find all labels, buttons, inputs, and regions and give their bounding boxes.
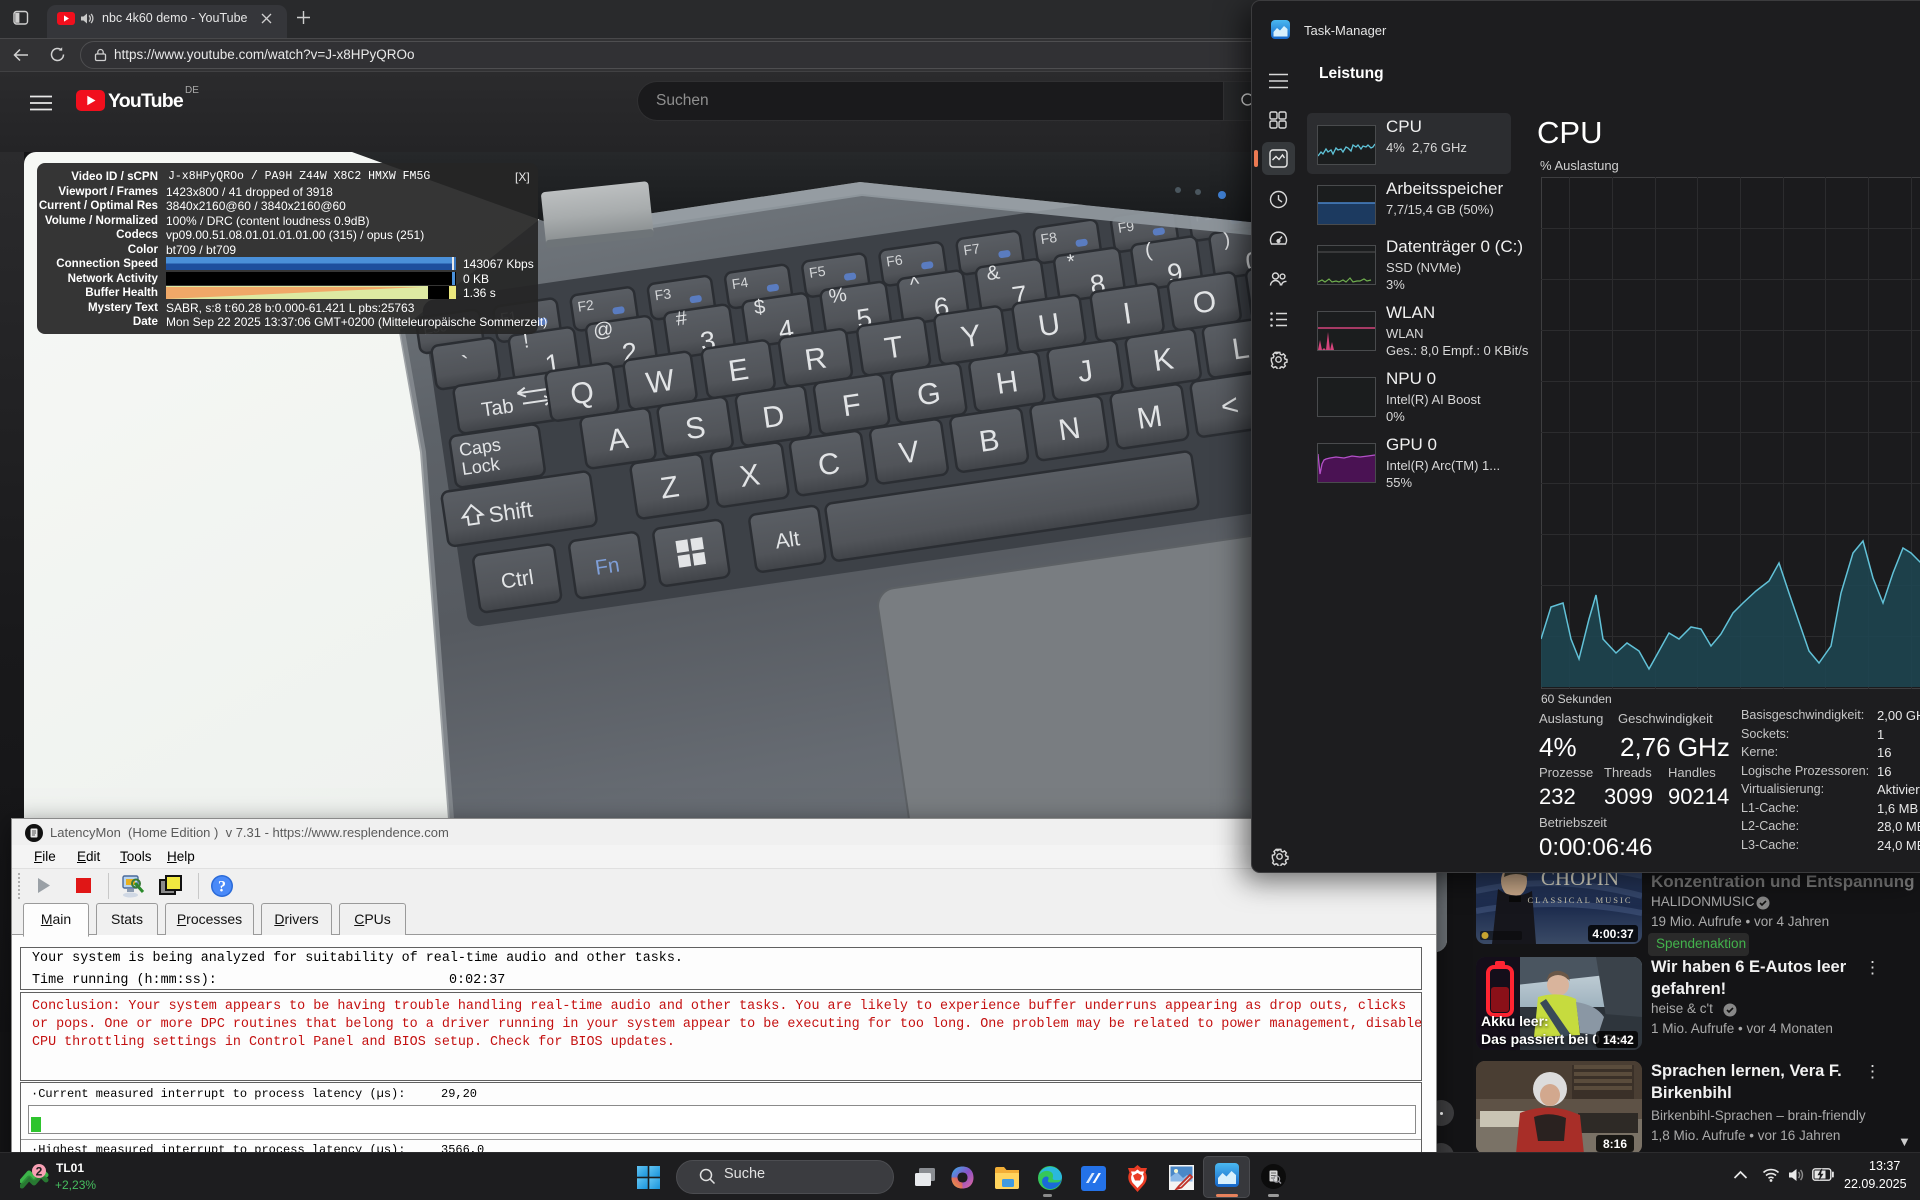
- svg-text:%: %: [827, 284, 848, 308]
- svg-text:@: @: [592, 318, 615, 343]
- svg-text:F3: F3: [654, 285, 673, 303]
- svg-text:Alt: Alt: [774, 527, 802, 553]
- svg-text:Fn: Fn: [594, 554, 622, 580]
- svg-text:Q: Q: [568, 375, 596, 411]
- svg-text:?: ?: [218, 879, 226, 896]
- svg-text:F6: F6: [885, 251, 904, 269]
- svg-text:F2: F2: [576, 296, 595, 314]
- svg-text:F8: F8: [1040, 229, 1059, 247]
- svg-text:2: 2: [36, 1165, 43, 1179]
- svg-text:CLASSICAL MUSIC: CLASSICAL MUSIC: [1527, 895, 1632, 905]
- svg-text:M: M: [1135, 400, 1165, 436]
- svg-text:O: O: [1191, 285, 1219, 321]
- svg-text:8:16: 8:16: [1603, 1137, 1627, 1151]
- svg-text:G: G: [915, 376, 943, 412]
- svg-text:F7: F7: [962, 240, 981, 258]
- svg-text:4:00:37: 4:00:37: [1592, 927, 1634, 941]
- svg-text:W: W: [644, 364, 677, 401]
- svg-text:Tab: Tab: [480, 395, 515, 421]
- svg-text:F5: F5: [808, 263, 827, 281]
- svg-text:F4: F4: [731, 274, 750, 292]
- svg-text:Ctrl: Ctrl: [500, 566, 536, 593]
